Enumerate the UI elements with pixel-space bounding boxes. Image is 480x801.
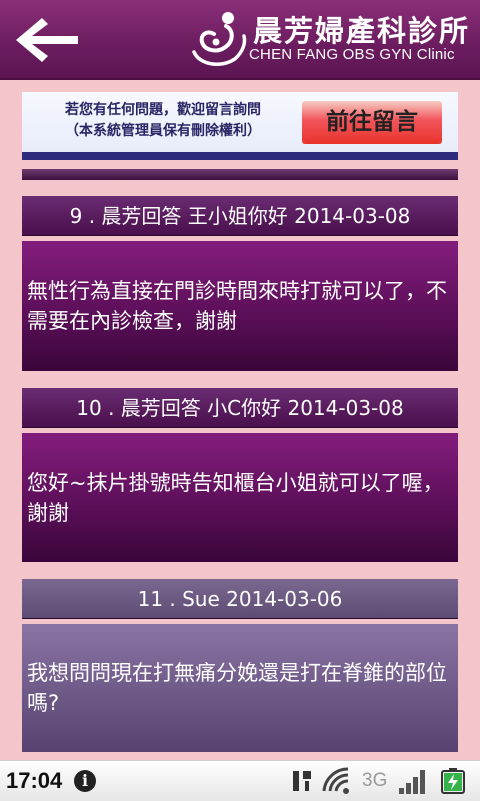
banner-line-2: （本系統管理員保有刪除權利） bbox=[65, 123, 261, 139]
back-arrow-icon[interactable] bbox=[12, 14, 82, 66]
status-bar: 17:04 i 3G bbox=[0, 760, 480, 801]
clinic-name: 晨芳婦產科診所 bbox=[253, 14, 471, 48]
qa-body-text: 我想問問現在打無痛分娩還是打在脊錐的部位嗎? bbox=[27, 661, 447, 715]
mother-baby-logo bbox=[192, 12, 247, 66]
info-icon: i bbox=[74, 770, 96, 792]
banner-line-1: 若您有任何問題，歡迎留言詢問 bbox=[65, 102, 261, 118]
clock: 17:04 bbox=[6, 768, 63, 793]
divider-bar bbox=[22, 169, 458, 180]
signal-icon bbox=[399, 770, 425, 794]
qa-title: 9 . 晨芳回答 王小姐你好 2014-03-08 bbox=[22, 196, 458, 236]
app-header: 晨芳婦產科診所 CHEN FANG OBS GYN Clinic bbox=[0, 0, 480, 80]
qa-body: 無性行為直接在門診時間來時打就可以了，不需要在內診檢查，謝謝 bbox=[22, 241, 458, 371]
qa-body: 您好~抹片掛號時告知櫃台小姐就可以了喔，謝謝 bbox=[22, 433, 458, 562]
qa-body: 我想問問現在打無痛分娩還是打在脊錐的部位嗎? bbox=[22, 624, 458, 752]
battery-charging-icon bbox=[441, 768, 465, 794]
qa-body-text: 您好~抹片掛號時告知櫃台小姐就可以了喔，謝謝 bbox=[27, 470, 444, 525]
go-leave-message-button[interactable]: 前往留言 bbox=[302, 100, 442, 144]
qa-title: 11 . Sue 2014-03-06 bbox=[22, 579, 458, 619]
banner-text: 若您有任何問題，歡迎留言詢問 （本系統管理員保有刪除權利） bbox=[28, 100, 298, 142]
message-banner: 若您有任何問題，歡迎留言詢問 （本系統管理員保有刪除權利） 前往留言 bbox=[22, 92, 458, 160]
qa-title: 10 . 晨芳回答 小C你好 2014-03-08 bbox=[22, 388, 458, 428]
wifi-icon bbox=[322, 767, 349, 794]
qa-body-text: 無性行為直接在門診時間來時打就可以了，不需要在內診檢查，謝謝 bbox=[27, 279, 447, 333]
clinic-name-english: CHEN FANG OBS GYN Clinic bbox=[249, 46, 455, 63]
network-type: 3G bbox=[362, 770, 388, 791]
usb-debug-icon bbox=[293, 771, 311, 791]
